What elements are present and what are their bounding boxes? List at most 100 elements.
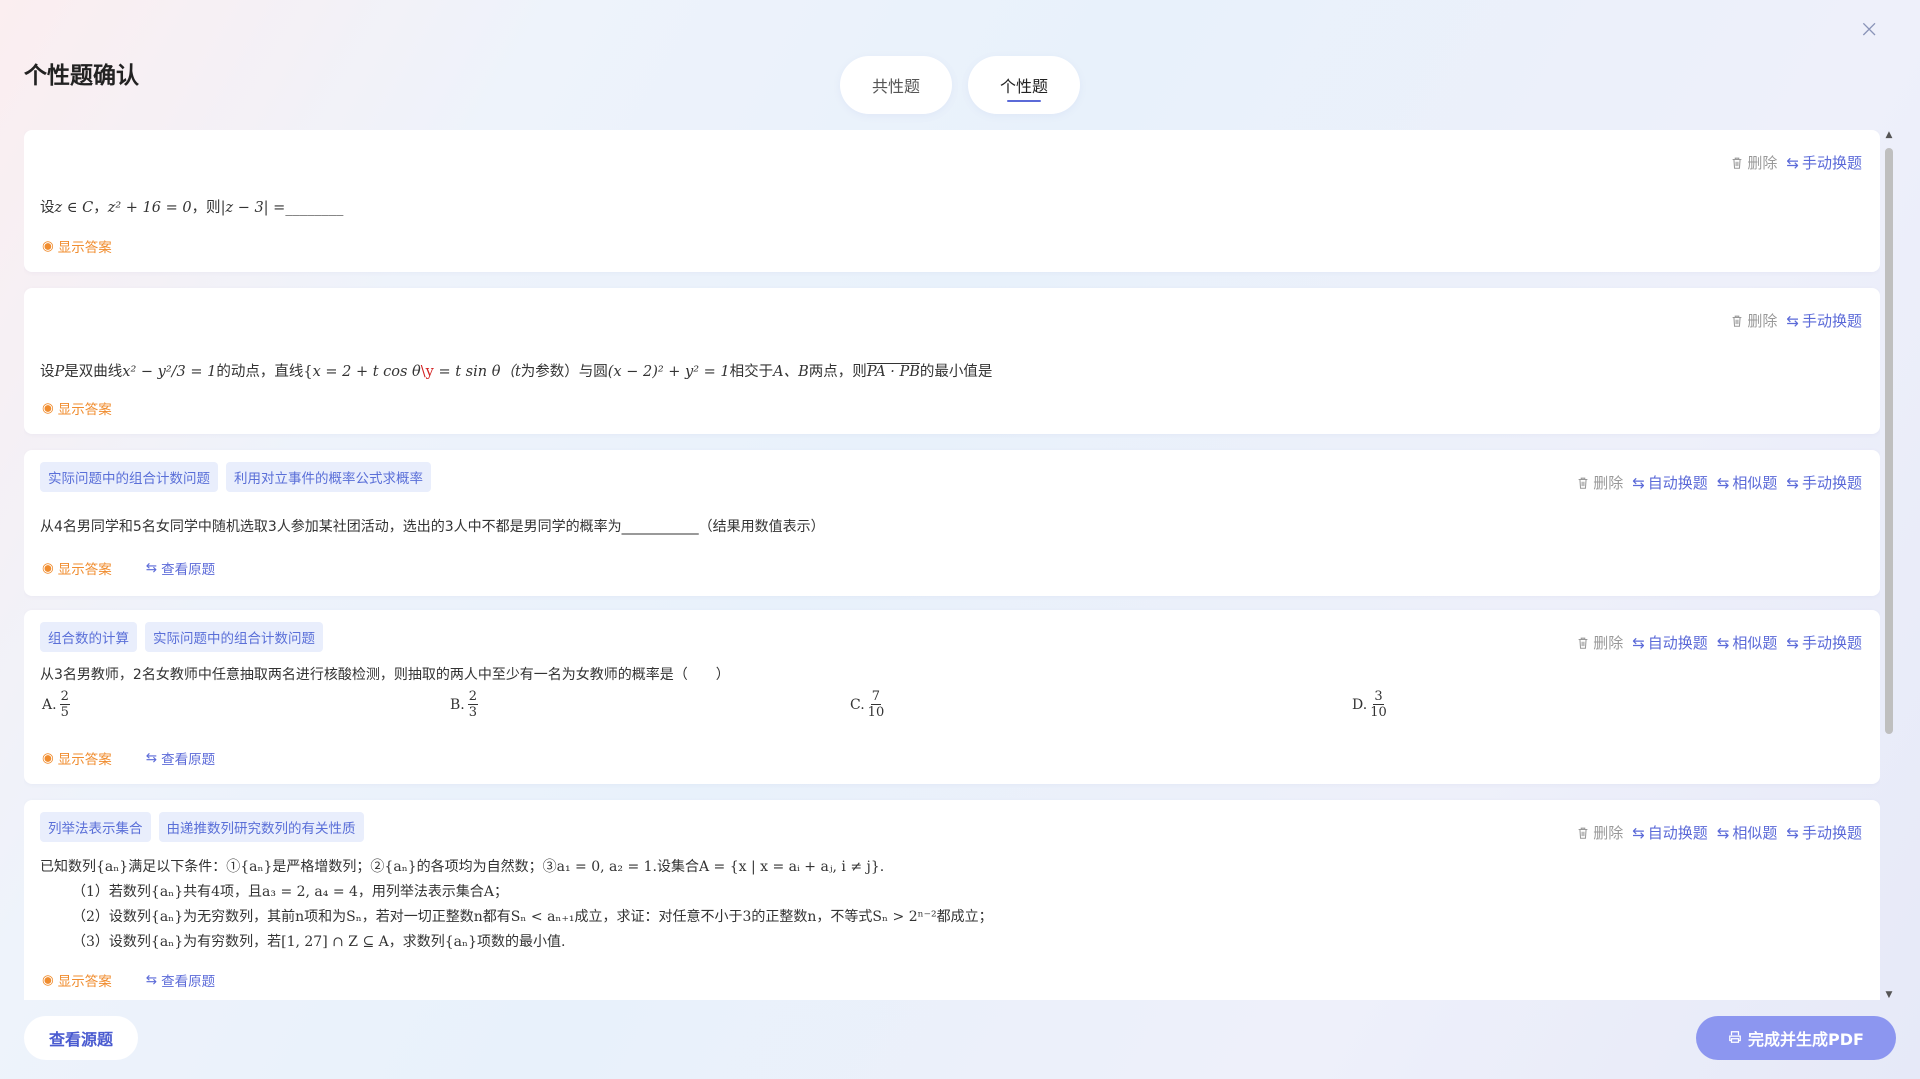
- delete-label: 删除: [1747, 154, 1778, 172]
- auto-replace-button[interactable]: ⇆ 自动换题: [1632, 822, 1708, 843]
- manual-replace-label: 手动换题: [1801, 312, 1862, 330]
- fraction-numerator: 7: [870, 689, 882, 705]
- question-text: 从3名男教师，2名女教师中任意抽取两名进行核酸检测，则抽取的两人中至少有一名为女…: [40, 667, 730, 683]
- knowledge-tag[interactable]: 利用对立事件的概率公式求概率: [226, 462, 431, 492]
- card-actions: 删除 ⇆ 自动换题 ⇆ 相似题 ⇆ 手动换题: [1576, 472, 1862, 493]
- swap-icon: ⇆: [1786, 311, 1799, 330]
- auto-replace-button[interactable]: ⇆ 自动换题: [1632, 632, 1708, 653]
- view-original-button[interactable]: ⇆ 查看原题: [146, 558, 215, 578]
- scroll-up-arrow-icon[interactable]: ▲: [1884, 130, 1894, 140]
- card-footer: ◉ 显示答案 ⇆ 查看原题: [42, 748, 215, 768]
- fraction-denominator: 10: [1370, 705, 1387, 720]
- auto-replace-button[interactable]: ⇆ 自动换题: [1632, 472, 1708, 493]
- fraction-numerator: 3: [1373, 689, 1384, 705]
- show-answer-label: 显示答案: [57, 752, 112, 768]
- view-original-label: 查看原题: [161, 974, 216, 990]
- option-c[interactable]: C. 7 10: [850, 690, 884, 719]
- scroll-down-arrow-icon[interactable]: ▼: [1884, 990, 1894, 1000]
- option-d[interactable]: D. 3 10: [1352, 690, 1387, 719]
- eye-icon: ◉: [42, 972, 54, 988]
- finish-pdf-button[interactable]: 完成并生成PDF: [1696, 1016, 1896, 1060]
- similar-button[interactable]: ⇆ 相似题: [1717, 632, 1778, 653]
- card-actions: 删除 ⇆ 自动换题 ⇆ 相似题 ⇆ 手动换题: [1576, 632, 1862, 653]
- swap-icon: ⇆: [1632, 633, 1645, 652]
- q-math: x = 2 + t cos θ: [312, 364, 421, 380]
- option-fraction: 25: [59, 690, 70, 719]
- q-math: (x − 2)² + y² = 1: [607, 364, 730, 380]
- manual-replace-button[interactable]: ⇆ 手动换题: [1786, 632, 1862, 653]
- option-fraction: 23: [467, 689, 479, 720]
- delete-button[interactable]: 删除: [1730, 310, 1777, 331]
- show-answer-button[interactable]: ◉ 显示答案: [42, 236, 112, 256]
- manual-replace-button[interactable]: ⇆ 手动换题: [1786, 152, 1862, 173]
- knowledge-tag[interactable]: 组合数的计算: [40, 622, 137, 652]
- show-answer-label: 显示答案: [57, 240, 112, 256]
- manual-replace-label: 手动换题: [1801, 824, 1862, 842]
- tab-personal[interactable]: 个性题: [968, 56, 1080, 114]
- q-text-part: 两点，则: [808, 364, 867, 380]
- delete-button[interactable]: 删除: [1730, 152, 1777, 173]
- show-answer-button[interactable]: ◉ 显示答案: [42, 748, 112, 768]
- swap-icon: ⇆: [145, 750, 158, 766]
- delete-label: 删除: [1593, 824, 1624, 842]
- trash-icon: [1733, 157, 1742, 169]
- swap-icon: ⇆: [1716, 473, 1730, 492]
- show-answer-label: 显示答案: [57, 402, 112, 418]
- scrollbar-thumb[interactable]: [1885, 148, 1893, 734]
- question-card: 实际问题中的组合计数问题 利用对立事件的概率公式求概率 删除 ⇆ 自动换题 ⇆ 相似…: [24, 450, 1880, 596]
- swap-icon: ⇆: [1716, 633, 1730, 652]
- printer-icon: [1728, 1029, 1742, 1048]
- view-original-button[interactable]: ⇆ 查看原题: [146, 748, 215, 768]
- manual-replace-button[interactable]: ⇆ 手动换题: [1786, 472, 1862, 493]
- card-actions: 删除 ⇆ 自动换题 ⇆ 相似题 ⇆ 手动换题: [1576, 822, 1862, 843]
- view-original-label: 查看原题: [161, 562, 216, 578]
- auto-replace-label: 自动换题: [1647, 634, 1708, 652]
- sub-question: （2）设数列{aₙ}为无穷数列，其前n项和为Sₙ，若对一切正整数n都有Sₙ < …: [72, 909, 993, 925]
- q-error-text: \y: [420, 364, 434, 380]
- question-text: 已知数列{aₙ}满足以下条件：①{aₙ}是严格增数列；②{aₙ}的各项均为自然数…: [40, 859, 885, 875]
- scrollbar[interactable]: ▲ ▼: [1884, 130, 1894, 1000]
- delete-button[interactable]: 删除: [1576, 822, 1623, 843]
- swap-icon: ⇆: [1786, 823, 1799, 842]
- q-text-part: ，: [93, 200, 108, 216]
- knowledge-tag[interactable]: 实际问题中的组合计数问题: [40, 462, 218, 492]
- swap-icon: ⇆: [1716, 823, 1730, 842]
- q-text-part: 设: [40, 200, 55, 216]
- similar-label: 相似题: [1732, 824, 1778, 842]
- show-answer-label: 显示答案: [57, 974, 112, 990]
- q-math: A、B: [773, 364, 809, 380]
- show-answer-button[interactable]: ◉ 显示答案: [42, 558, 112, 578]
- close-icon[interactable]: [1860, 20, 1884, 44]
- q-text-part: 相交于: [729, 364, 774, 380]
- swap-icon: ⇆: [1632, 823, 1645, 842]
- similar-button[interactable]: ⇆ 相似题: [1717, 822, 1778, 843]
- manual-replace-button[interactable]: ⇆ 手动换题: [1786, 310, 1862, 331]
- manual-replace-button[interactable]: ⇆ 手动换题: [1786, 822, 1862, 843]
- fraction-numerator: 2: [467, 689, 479, 705]
- knowledge-tag[interactable]: 由递推数列研究数列的有关性质: [158, 812, 364, 842]
- trash-icon: [1578, 637, 1588, 649]
- knowledge-tag[interactable]: 列举法表示集合: [40, 812, 151, 842]
- delete-label: 删除: [1593, 634, 1624, 652]
- card-footer: ◉ 显示答案: [42, 236, 112, 256]
- tab-common[interactable]: 共性题: [840, 56, 952, 114]
- show-answer-button[interactable]: ◉ 显示答案: [42, 970, 112, 990]
- question-card: 列举法表示集合 由递推数列研究数列的有关性质 删除 ⇆ 自动换题 ⇆ 相似题 ⇆ 手动…: [24, 800, 1880, 1000]
- similar-button[interactable]: ⇆ 相似题: [1717, 472, 1778, 493]
- sub-question: （1）若数列{aₙ}共有4项，且a₃ = 2, a₄ = 4，用列举法表示集合A…: [72, 884, 509, 900]
- question-card: 删除 ⇆ 手动换题 设P是双曲线x² − y²/3 = 1的动点，直线{x = …: [24, 288, 1880, 434]
- show-answer-button[interactable]: ◉ 显示答案: [42, 398, 112, 418]
- delete-button[interactable]: 删除: [1576, 632, 1623, 653]
- view-original-button[interactable]: ⇆ 查看原题: [146, 970, 215, 990]
- knowledge-tag[interactable]: 实际问题中的组合计数问题: [145, 622, 323, 652]
- q-math: |z − 3| =: [220, 200, 286, 216]
- view-source-button[interactable]: 查看源题: [24, 1016, 138, 1060]
- delete-button[interactable]: 删除: [1576, 472, 1623, 493]
- delete-label: 删除: [1747, 312, 1778, 330]
- swap-icon: ⇆: [145, 560, 158, 576]
- option-a[interactable]: A. 25: [42, 690, 70, 719]
- fraction-denominator: 3: [468, 705, 478, 720]
- q-math: = t sin θ（: [433, 364, 515, 380]
- manual-replace-label: 手动换题: [1801, 154, 1862, 172]
- option-b[interactable]: B. 23: [450, 689, 479, 720]
